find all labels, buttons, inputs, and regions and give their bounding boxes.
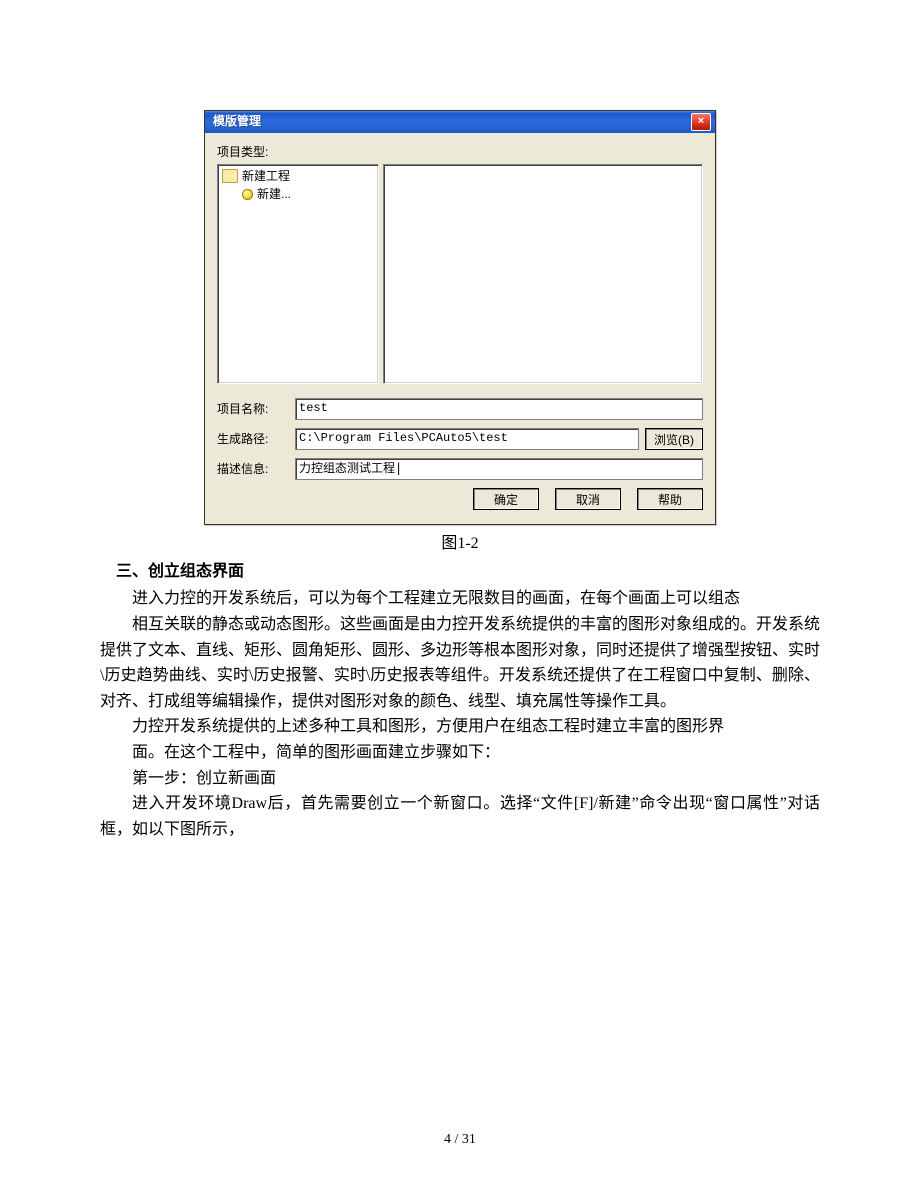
template-manager-dialog: 模版管理 × 项目类型: 新建工程 新建... (204, 110, 716, 525)
project-name-label: 项目名称: (217, 400, 295, 419)
description-label: 描述信息: (217, 460, 295, 479)
help-button[interactable]: 帮助 (637, 488, 703, 510)
tree-child-item[interactable]: 新建... (222, 185, 374, 203)
browse-button[interactable]: 浏览(B) (645, 428, 703, 450)
dialog-titlebar[interactable]: 模版管理 × (205, 111, 715, 133)
project-name-row: 项目名称: test (217, 398, 703, 420)
page-footer: 4 / 31 (0, 1129, 920, 1151)
cancel-button[interactable]: 取消 (555, 488, 621, 510)
close-icon[interactable]: × (691, 113, 711, 131)
project-type-tree[interactable]: 新建工程 新建... (217, 164, 379, 384)
lightbulb-icon (242, 189, 253, 200)
tree-child-label: 新建... (257, 185, 291, 203)
description-row: 描述信息: 力控组态测试工程| (217, 458, 703, 480)
body-paragraph: 进入开发环境Draw后，首先需要创立一个新窗口。选择“文件[F]/新建”命令出现… (100, 791, 820, 842)
gen-path-label: 生成路径: (217, 430, 295, 449)
gen-path-row: 生成路径: C:\Program Files\PCAuto5\test 浏览(B… (217, 428, 703, 450)
project-name-input[interactable]: test (295, 398, 703, 420)
dialog-button-bar: 确定 取消 帮助 (217, 488, 703, 510)
dialog-client-area: 项目类型: 新建工程 新建... (205, 133, 715, 524)
section-heading: 三、创立组态界面 (100, 559, 820, 585)
tree-root-item[interactable]: 新建工程 (222, 167, 374, 185)
description-input[interactable]: 力控组态测试工程| (295, 458, 703, 480)
body-paragraph: 进入力控的开发系统后，可以为每个工程建立无限数目的画面，在每个画面上可以组态 (100, 586, 820, 612)
panes-container: 新建工程 新建... (217, 164, 703, 384)
project-type-label: 项目类型: (217, 143, 703, 162)
body-paragraph: 面。在这个工程中，简单的图形画面建立步骤如下： (100, 740, 820, 766)
tree-root-label: 新建工程 (242, 167, 290, 185)
body-paragraph: 相互关联的静态或动态图形。这些画面是由力控开发系统提供的丰富的图形对象组成的。开… (100, 612, 820, 714)
preview-pane (383, 164, 703, 384)
ok-button[interactable]: 确定 (473, 488, 539, 510)
gen-path-input[interactable]: C:\Program Files\PCAuto5\test (295, 428, 639, 450)
body-paragraph: 力控开发系统提供的上述多种工具和图形，方便用户在组态工程时建立丰富的图形界 (100, 714, 820, 740)
folder-icon (222, 169, 238, 183)
body-paragraph: 第一步：创立新画面 (100, 766, 820, 792)
figure-caption: 图1-2 (100, 531, 820, 557)
dialog-title: 模版管理 (209, 112, 261, 131)
